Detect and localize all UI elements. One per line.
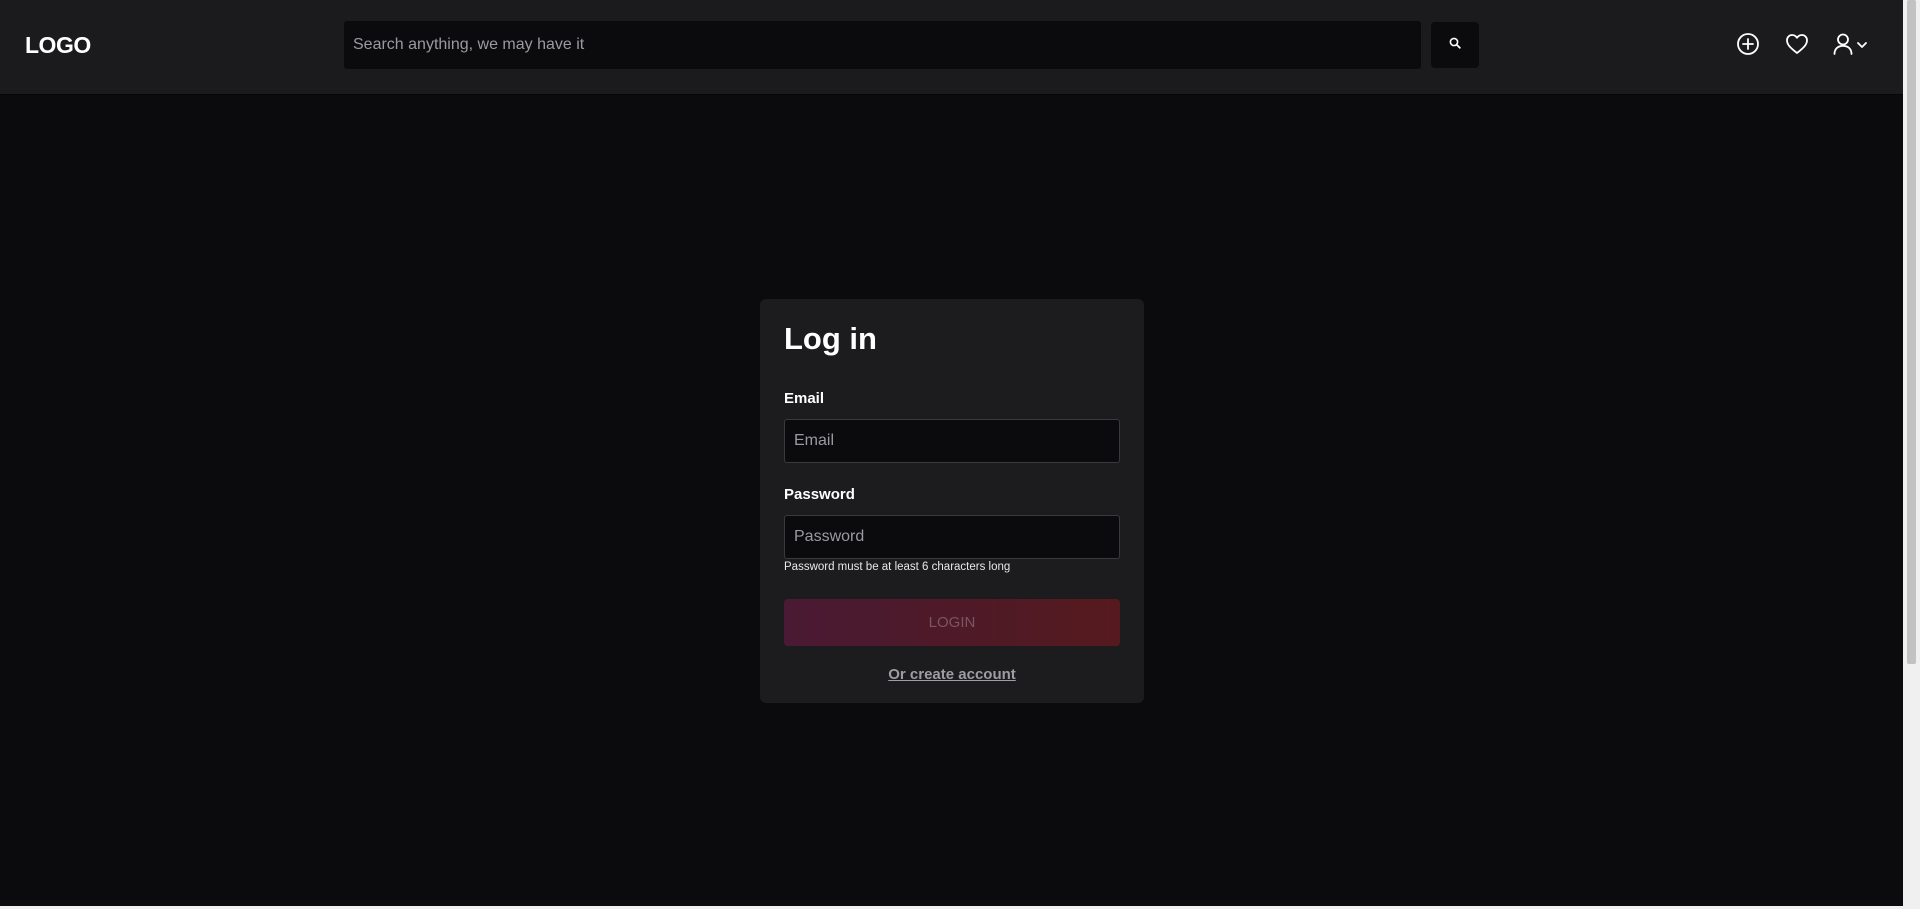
login-card: Log in Email Password Password must be a…	[760, 299, 1144, 703]
plus-circle-icon	[1736, 32, 1760, 61]
password-field[interactable]	[784, 515, 1120, 559]
account-menu-button[interactable]	[1832, 33, 1878, 59]
user-icon	[1832, 32, 1854, 61]
create-account-link[interactable]: Or create account	[760, 666, 1144, 683]
email-label: Email	[784, 390, 825, 407]
favorites-button[interactable]	[1784, 33, 1810, 59]
heart-icon	[1785, 33, 1809, 60]
page-title: Log in	[784, 321, 877, 356]
scrollbar-thumb[interactable]	[1907, 0, 1916, 664]
logo[interactable]: LOGO	[25, 32, 91, 59]
vertical-scrollbar[interactable]	[1903, 0, 1920, 909]
search-icon	[1449, 36, 1461, 54]
email-field[interactable]	[784, 419, 1120, 463]
password-hint: Password must be at least 6 characters l…	[784, 561, 1011, 573]
search-input[interactable]	[344, 21, 1421, 69]
search-bar	[344, 21, 1421, 69]
top-navbar: LOGO	[0, 0, 1903, 94]
add-button[interactable]	[1735, 32, 1761, 61]
password-label: Password	[784, 486, 855, 503]
chevron-down-icon	[1856, 37, 1868, 55]
search-button[interactable]	[1431, 22, 1479, 68]
login-button[interactable]: LOGIN	[784, 599, 1120, 646]
